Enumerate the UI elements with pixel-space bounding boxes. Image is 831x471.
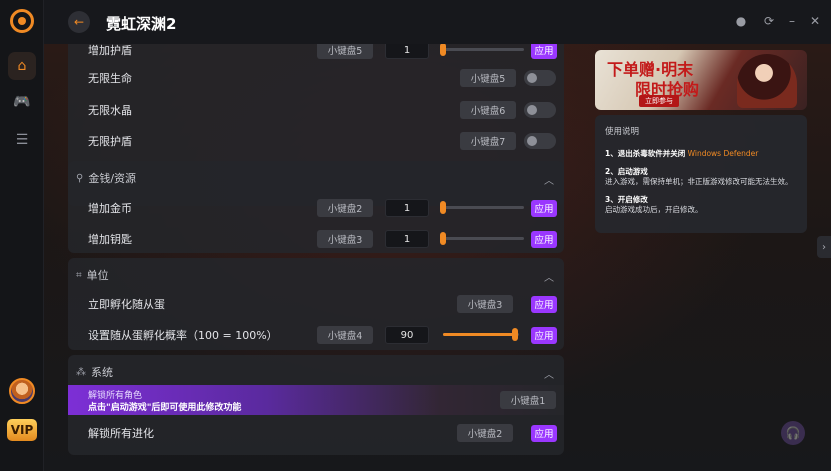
hotkey-button[interactable]: 小键盘5 xyxy=(317,44,373,59)
hotkey-button[interactable]: 小键盘1 xyxy=(500,391,556,409)
step-text: 启动游戏成功后，开启修改。 xyxy=(605,205,703,214)
value-input[interactable]: 1 xyxy=(385,199,429,217)
layers-icon[interactable]: ☰ xyxy=(8,126,36,154)
avatar[interactable] xyxy=(9,378,35,404)
cheat-list: 增加护盾 小键盘5 1 应用 无限生命 小键盘5 无限水晶 小键盘6 无限护盾 … xyxy=(68,44,564,471)
row-label: 无限水晶 xyxy=(88,104,132,117)
hotkey-button[interactable]: 小键盘2 xyxy=(457,424,513,442)
row-label: 增加护盾 xyxy=(88,44,132,57)
section-header-unit[interactable]: ⌗ 单位 ︿ xyxy=(68,258,564,292)
hotkey-button[interactable]: 小键盘4 xyxy=(317,326,373,344)
promo-tag[interactable]: 立即参与 xyxy=(639,95,679,107)
row-label: 无限护盾 xyxy=(88,135,132,148)
hotkey-button[interactable]: 小键盘3 xyxy=(457,295,513,313)
toggle-switch[interactable] xyxy=(524,133,556,149)
step-text: 进入游戏，需保持单机；非正版游戏修改可能无法生效。 xyxy=(605,177,793,186)
value-input[interactable]: 1 xyxy=(385,230,429,248)
minimize-icon[interactable]: – xyxy=(785,14,799,28)
arrow-left-icon[interactable]: ← xyxy=(68,11,90,33)
row-hatch-egg: 立即孵化随从蛋 小键盘3 应用 xyxy=(68,288,564,320)
value-slider[interactable] xyxy=(440,201,524,214)
gamepad-icon[interactable]: 🎮 xyxy=(8,88,36,116)
promo-banner[interactable]: 下单赠·明末 限时抢购 立即参与 xyxy=(595,50,807,110)
value-slider[interactable] xyxy=(440,44,524,56)
system-icon: ⁂ xyxy=(76,366,86,378)
help-title: 使用说明 xyxy=(605,127,640,137)
row-unlock-evolutions: 解锁所有进化 小键盘2 应用 xyxy=(68,417,564,449)
card-money: ⚲ 金钱/资源 ︿ 增加金币 小键盘2 1 应用 增加钥匙 小键盘3 1 应用 xyxy=(68,161,564,253)
step-title: 2、启动游戏 xyxy=(605,167,648,176)
chevron-up-icon[interactable]: ︿ xyxy=(544,366,554,381)
row-infinite-life: 无限生命 小键盘5 xyxy=(68,62,564,94)
step-highlight: Windows Defender xyxy=(687,149,759,158)
page-title: 霓虹深渊2 xyxy=(106,15,177,33)
left-rail: ⌂ 🎮 ☰ VIP xyxy=(0,0,44,471)
close-icon[interactable]: ✕ xyxy=(808,14,822,28)
apply-button[interactable]: 应用 xyxy=(531,230,557,248)
help-step-3: 3、开启修改 启动游戏成功后，开启修改。 xyxy=(605,195,797,215)
unlock-characters-banner: 解锁所有角色 点击"启动游戏"后即可使用此修改功能 小键盘1 xyxy=(68,385,564,415)
value-input[interactable]: 90 xyxy=(385,326,429,344)
money-icon: ⚲ xyxy=(76,172,84,184)
row-label: 立即孵化随从蛋 xyxy=(88,298,165,311)
usage-instructions: 使用说明 1、退出杀毒软件并关闭 Windows Defender 2、启动游戏… xyxy=(595,115,807,233)
promo-character-image xyxy=(737,54,797,108)
vip-badge[interactable]: VIP xyxy=(7,419,37,441)
banner-hint: 点击"启动游戏"后即可使用此修改功能 xyxy=(88,403,242,413)
section-title: 单位 xyxy=(86,269,109,282)
help-step-1: 1、退出杀毒软件并关闭 Windows Defender xyxy=(605,149,797,159)
apply-button[interactable]: 应用 xyxy=(531,44,557,59)
row-add-key: 增加钥匙 小键盘3 1 应用 xyxy=(68,223,564,255)
row-hatch-rate: 设置随从蛋孵化概率（100 = 100%） 小键盘4 90 应用 xyxy=(68,319,564,351)
top-bar: ← 霓虹深渊2 ● ⟳ – ✕ xyxy=(44,0,831,44)
home-icon[interactable]: ⌂ xyxy=(8,52,36,80)
settings-icon[interactable]: ● xyxy=(734,14,748,28)
row-label: 解锁所有进化 xyxy=(88,427,154,440)
refresh-icon[interactable]: ⟳ xyxy=(762,14,776,28)
value-slider[interactable] xyxy=(440,232,524,245)
chevron-right-icon[interactable]: › xyxy=(817,236,831,258)
headset-icon[interactable]: 🎧 xyxy=(781,421,805,445)
row-infinite-shield: 无限护盾 小键盘7 xyxy=(68,125,564,157)
row-label: 增加金币 xyxy=(88,202,132,215)
chevron-up-icon[interactable]: ︿ xyxy=(544,269,554,284)
hotkey-button[interactable]: 小键盘2 xyxy=(317,199,373,217)
section-title: 系统 xyxy=(91,366,113,379)
step-title: 3、开启修改 xyxy=(605,195,648,204)
row-label: 增加钥匙 xyxy=(88,233,132,246)
card-system: ⁂ 系统 ︿ 解锁所有角色 点击"启动游戏"后即可使用此修改功能 小键盘1 解锁… xyxy=(68,355,564,455)
row-label: 设置随从蛋孵化概率（100 = 100%） xyxy=(88,329,278,342)
apply-button[interactable]: 应用 xyxy=(531,424,557,442)
card-unit: ⌗ 单位 ︿ 立即孵化随从蛋 小键盘3 应用 设置随从蛋孵化概率（100 = 1… xyxy=(68,258,564,350)
value-slider[interactable] xyxy=(443,328,519,341)
section-header-money[interactable]: ⚲ 金钱/资源 ︿ xyxy=(68,161,564,195)
section-header-system[interactable]: ⁂ 系统 ︿ xyxy=(68,355,564,389)
app-logo-icon xyxy=(10,9,34,33)
apply-button[interactable]: 应用 xyxy=(531,326,557,344)
row-label: 无限生命 xyxy=(88,72,132,85)
unit-icon: ⌗ xyxy=(76,269,82,281)
toggle-switch[interactable] xyxy=(524,102,556,118)
row-infinite-crystal: 无限水晶 小键盘6 xyxy=(68,94,564,126)
apply-button[interactable]: 应用 xyxy=(531,199,557,217)
hotkey-button[interactable]: 小键盘5 xyxy=(460,69,516,87)
help-step-2: 2、启动游戏 进入游戏，需保持单机；非正版游戏修改可能无法生效。 xyxy=(605,167,797,187)
hotkey-button[interactable]: 小键盘7 xyxy=(460,132,516,150)
hotkey-button[interactable]: 小键盘6 xyxy=(460,101,516,119)
chevron-up-icon[interactable]: ︿ xyxy=(544,172,554,187)
apply-button[interactable]: 应用 xyxy=(531,295,557,313)
toggle-switch[interactable] xyxy=(524,70,556,86)
row-add-gold: 增加金币 小键盘2 1 应用 xyxy=(68,192,564,224)
section-title: 金钱/资源 xyxy=(88,172,137,185)
step-title: 1、退出杀毒软件并关闭 xyxy=(605,149,686,158)
hotkey-button[interactable]: 小键盘3 xyxy=(317,230,373,248)
value-input[interactable]: 1 xyxy=(385,44,429,59)
